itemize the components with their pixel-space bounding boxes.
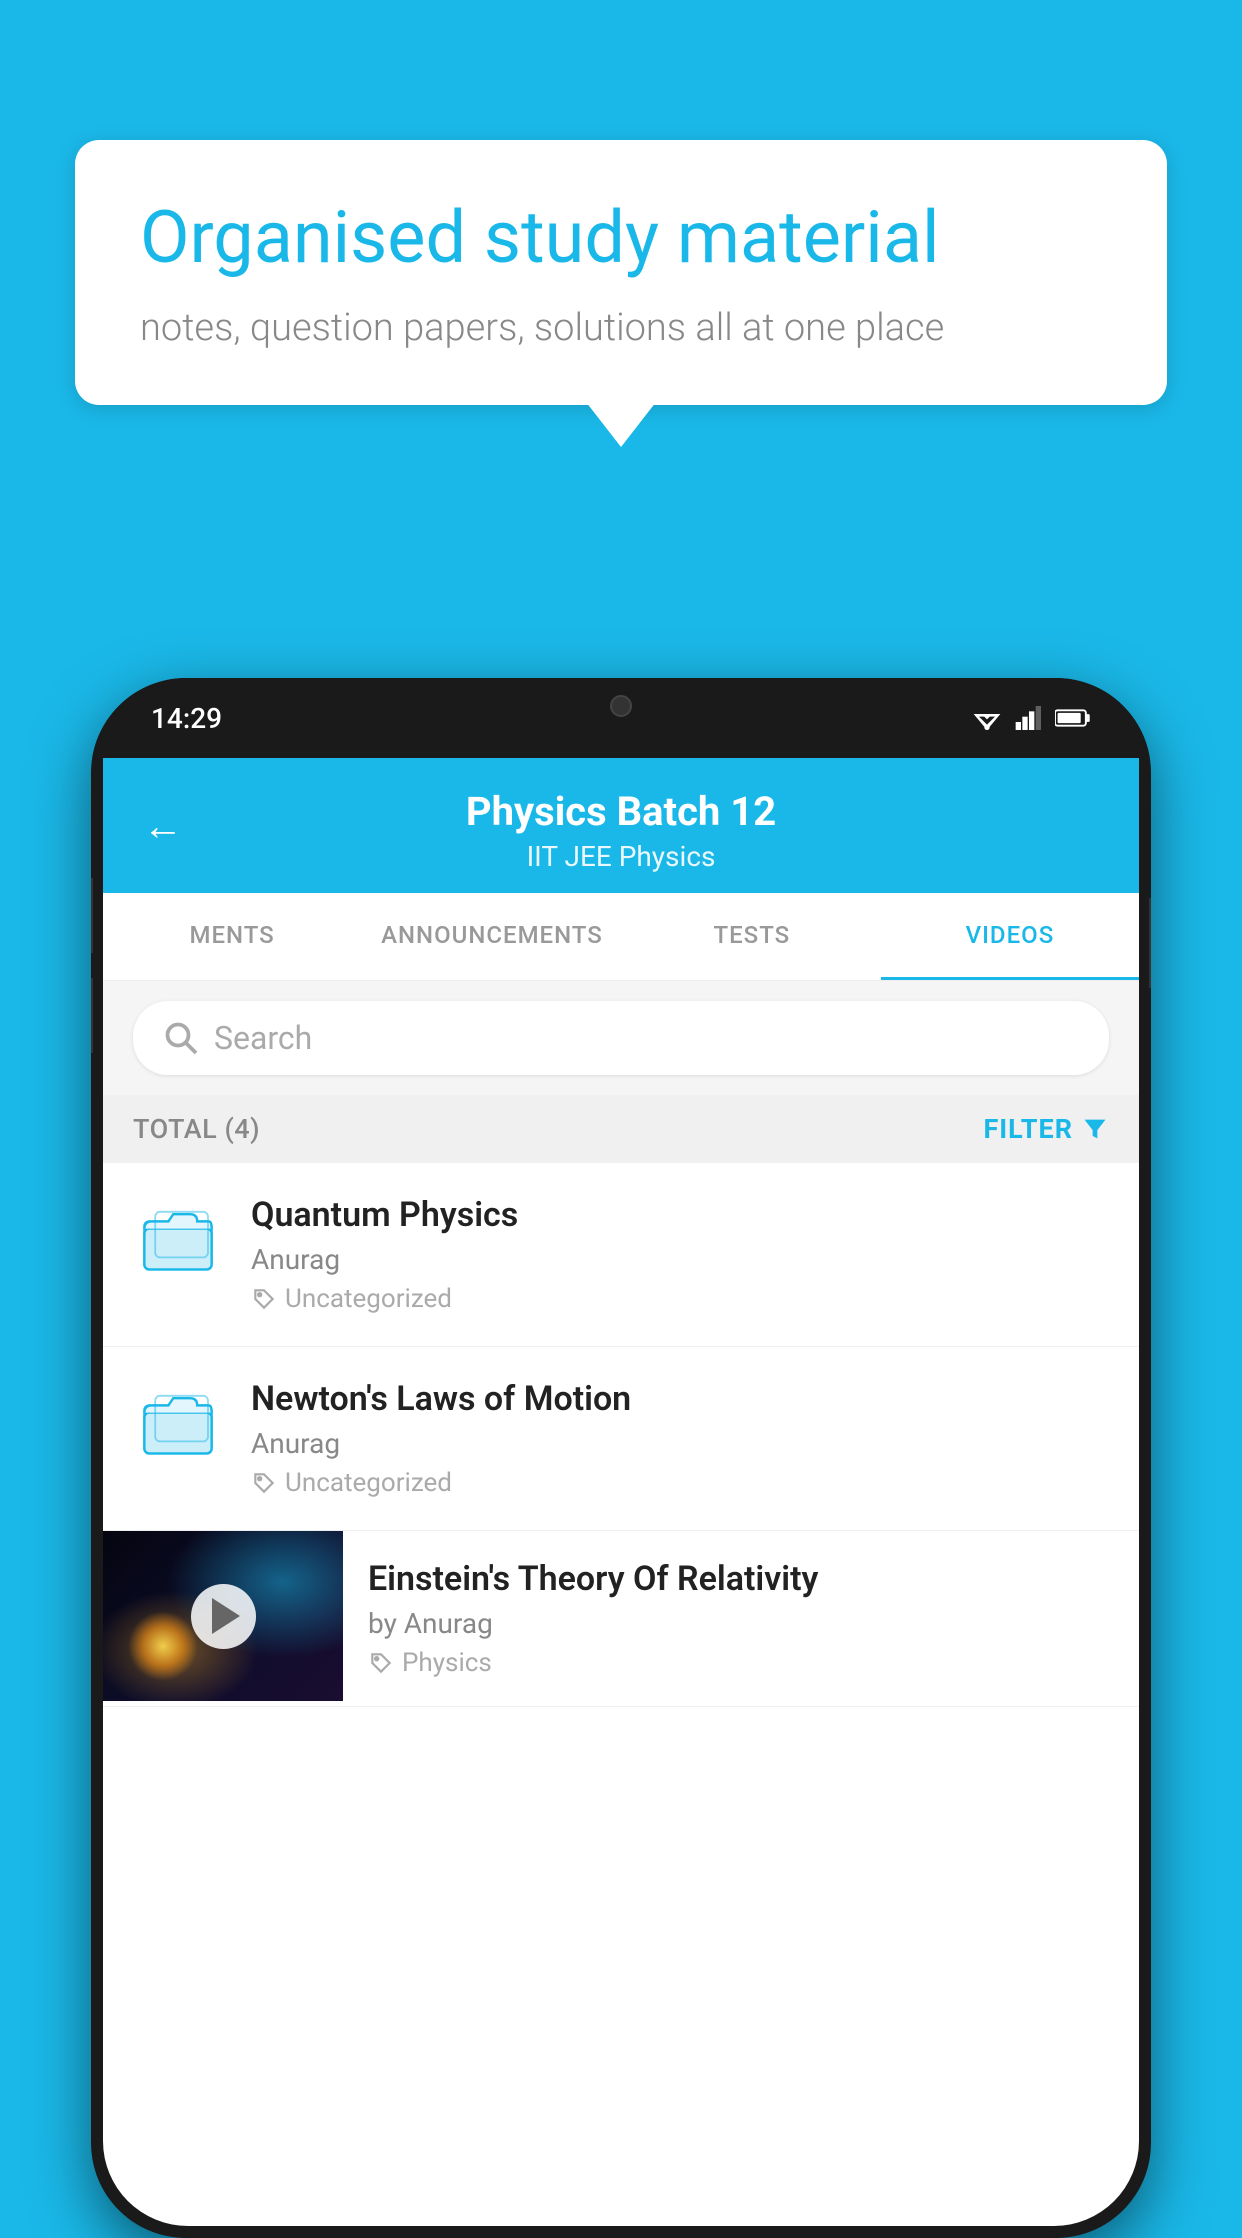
battery-icon: [1055, 706, 1091, 730]
tag-label: Uncategorized: [285, 1468, 452, 1498]
item-content: Newton's Laws of Motion Anurag Uncategor…: [251, 1379, 1109, 1498]
item-author: Anurag: [251, 1243, 1109, 1276]
filter-label: FILTER: [983, 1113, 1073, 1145]
app-title: Physics Batch 12: [143, 788, 1099, 835]
tab-tests[interactable]: TESTS: [623, 893, 881, 980]
tabs-container: MENTS ANNOUNCEMENTS TESTS VIDEOS: [103, 893, 1139, 981]
item-title: Quantum Physics: [251, 1195, 1109, 1235]
tab-announcements[interactable]: ANNOUNCEMENTS: [361, 893, 623, 980]
phone-frame: 14:29: [91, 678, 1151, 2238]
item-icon: [133, 1379, 223, 1469]
folder-icon: [142, 1388, 214, 1460]
tag-icon: [251, 1286, 277, 1312]
phone-screen: ← Physics Batch 12 IIT JEE Physics MENTS…: [103, 758, 1139, 2226]
app-header: ← Physics Batch 12 IIT JEE Physics: [103, 758, 1139, 893]
tag-icon: [368, 1650, 394, 1676]
tag-label: Physics: [402, 1648, 492, 1678]
speech-bubble: Organised study material notes, question…: [75, 140, 1167, 405]
item-content: Quantum Physics Anurag Uncategorized: [251, 1195, 1109, 1314]
total-count: TOTAL (4): [133, 1113, 260, 1145]
play-triangle-icon: [212, 1598, 240, 1634]
item-tag: Uncategorized: [251, 1284, 1109, 1314]
tab-videos[interactable]: VIDEOS: [881, 893, 1139, 980]
folder-icon: [142, 1204, 214, 1276]
tag-label: Uncategorized: [285, 1284, 452, 1314]
notch: [521, 678, 721, 733]
search-placeholder: Search: [214, 1019, 312, 1057]
list-container: Quantum Physics Anurag Uncategorized: [103, 1163, 1139, 1707]
search-bar: Search: [103, 981, 1139, 1095]
search-icon: [163, 1020, 199, 1056]
speech-bubble-subtext: notes, question papers, solutions all at…: [140, 306, 1102, 350]
tag-icon: [251, 1470, 277, 1496]
tab-ments[interactable]: MENTS: [103, 893, 361, 980]
item-author: by Anurag: [368, 1607, 1119, 1640]
signal-icon: [1015, 706, 1043, 730]
item-author: Anurag: [251, 1427, 1109, 1460]
filter-row: TOTAL (4) FILTER: [103, 1095, 1139, 1163]
app-subtitle: IIT JEE Physics: [143, 840, 1099, 873]
volume-up-button: [91, 878, 93, 953]
volume-down-button: [91, 978, 93, 1053]
item-tag: Physics: [368, 1648, 1119, 1678]
play-button[interactable]: [191, 1584, 256, 1649]
item-icon: [133, 1195, 223, 1285]
filter-button[interactable]: FILTER: [983, 1113, 1109, 1145]
camera-dot: [610, 695, 632, 717]
item-title: Newton's Laws of Motion: [251, 1379, 1109, 1419]
speech-bubble-headline: Organised study material: [140, 195, 1102, 281]
power-button: [1149, 898, 1151, 988]
list-item[interactable]: Quantum Physics Anurag Uncategorized: [103, 1163, 1139, 1347]
video-thumbnail: [103, 1531, 343, 1701]
status-time: 14:29: [151, 702, 222, 735]
item-content: Einstein's Theory Of Relativity by Anura…: [343, 1531, 1139, 1706]
wifi-icon: [971, 706, 1003, 730]
item-title: Einstein's Theory Of Relativity: [368, 1559, 1119, 1599]
search-input-container[interactable]: Search: [133, 1001, 1109, 1075]
status-bar: 14:29: [91, 678, 1151, 758]
list-item[interactable]: Newton's Laws of Motion Anurag Uncategor…: [103, 1347, 1139, 1531]
item-tag: Uncategorized: [251, 1468, 1109, 1498]
list-item-video[interactable]: Einstein's Theory Of Relativity by Anura…: [103, 1531, 1139, 1707]
filter-icon: [1081, 1115, 1109, 1143]
speech-bubble-container: Organised study material notes, question…: [75, 140, 1167, 405]
status-icons: [971, 706, 1091, 730]
back-button[interactable]: ←: [143, 802, 183, 849]
